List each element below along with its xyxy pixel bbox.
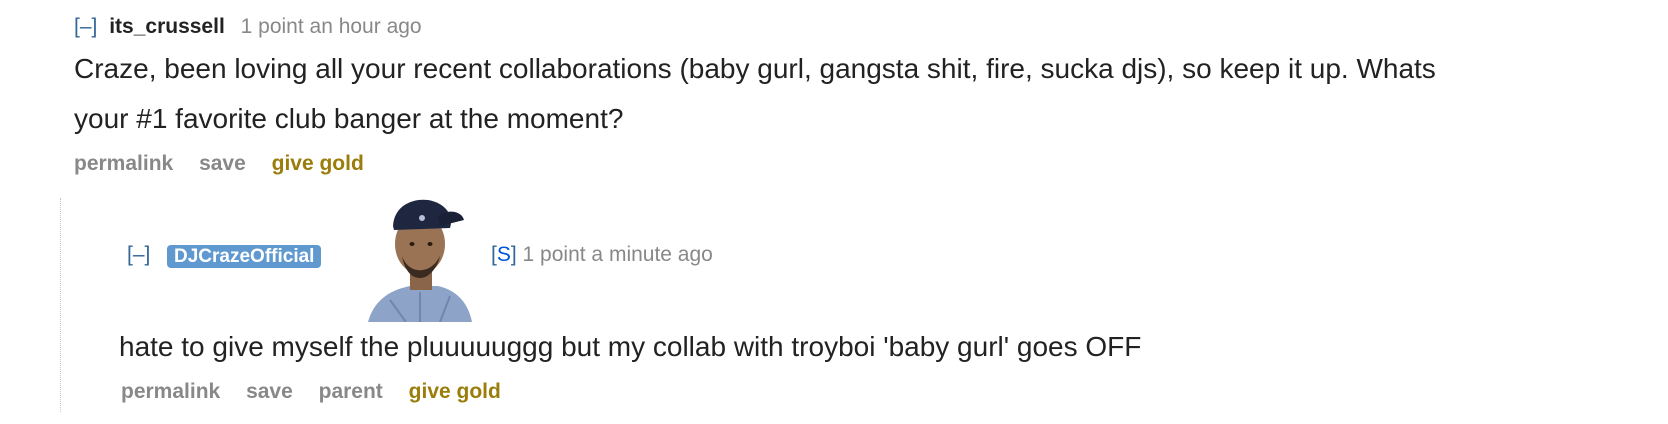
reply-comment: [–] DJCrazeOfficial [S] 1 point a minute…	[119, 196, 1668, 412]
reply-buttons: permalink save parent give gold	[121, 372, 1668, 412]
comment-tagline: [–] its_crussell 1 point an hour ago	[74, 12, 1668, 42]
give-gold-button[interactable]: give gold	[272, 152, 364, 175]
comment-meta: 1 point a minute ago	[522, 243, 713, 266]
submitter-tag[interactable]: [S]	[491, 243, 517, 266]
save-button[interactable]: save	[246, 380, 293, 403]
reply-tagline: [–] DJCrazeOfficial [S] 1 point a minute…	[127, 196, 1668, 322]
author-avatar	[368, 199, 472, 322]
author-link[interactable]: DJCrazeOfficial	[167, 245, 322, 268]
thread-indent-line	[60, 198, 61, 412]
reply-meta-group: [S] 1 point a minute ago	[491, 240, 713, 270]
author-link[interactable]: its_crussell	[109, 15, 225, 38]
permalink-button[interactable]: permalink	[74, 152, 173, 175]
parent-comment: [–] its_crussell 1 point an hour ago Cra…	[74, 12, 1668, 184]
collapse-toggle[interactable]: [–]	[74, 15, 97, 38]
save-button[interactable]: save	[199, 152, 246, 175]
reply-body: hate to give myself the pluuuuuggg but m…	[119, 331, 1142, 362]
collapse-toggle[interactable]: [–]	[127, 240, 150, 270]
comment-buttons: permalink save give gold	[74, 144, 1668, 184]
permalink-button[interactable]: permalink	[121, 380, 220, 403]
parent-button[interactable]: parent	[319, 380, 383, 403]
comment-body: Craze, been loving all your recent colla…	[74, 53, 1436, 134]
comment-meta: 1 point an hour ago	[240, 15, 422, 38]
give-gold-button[interactable]: give gold	[409, 380, 501, 403]
